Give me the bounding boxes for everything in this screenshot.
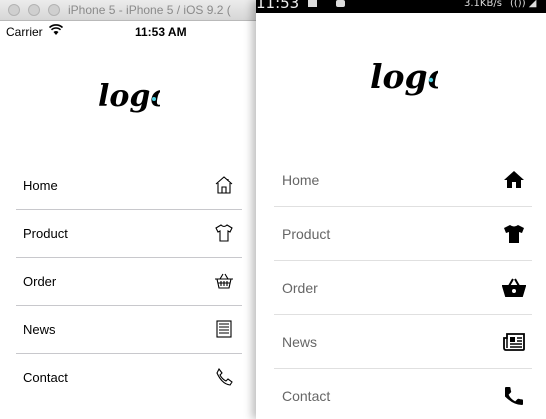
window-titlebar: iPhone 5 - iPhone 5 / iOS 9.2 ( (0, 0, 256, 21)
menu-item-label: Home (282, 172, 320, 188)
menu-item-label: Home (23, 178, 58, 193)
home-icon (215, 176, 233, 194)
notification-icon (308, 0, 317, 7)
menu-item-label: News (23, 322, 56, 337)
close-window-button[interactable] (8, 4, 20, 16)
status-time: 11:53 AM (135, 25, 187, 39)
notification-icon (336, 0, 345, 7)
menu-item-label: Order (23, 274, 57, 289)
logo-text: logo (370, 57, 438, 96)
window-title: iPhone 5 - iPhone 5 / iOS 9.2 ( (68, 3, 231, 17)
ios-menu-list: Home Product Order News Contact (16, 162, 242, 402)
menu-item-contact[interactable]: Contact (274, 369, 532, 419)
menu-item-home[interactable]: Home (16, 162, 242, 210)
menu-item-order[interactable]: Order (274, 261, 532, 315)
logo-text: logo (98, 79, 160, 114)
status-time: 11:53 (256, 0, 300, 12)
menu-item-product[interactable]: Product (274, 207, 532, 261)
wifi-icon (49, 24, 63, 35)
menu-item-label: Product (282, 226, 331, 242)
menu-item-label: News (282, 334, 318, 350)
android-emulator-window: 11:53 3.1KB/s (()) ◢ logo Home Product O… (256, 0, 546, 419)
home-icon (504, 171, 524, 188)
ios-simulator-window: iPhone 5 - iPhone 5 / iOS 9.2 ( Carrier … (0, 0, 256, 419)
signal-icon: (()) ◢ (510, 0, 537, 9)
phone-icon (216, 367, 233, 386)
zoom-window-button[interactable] (48, 4, 60, 16)
menu-item-label: Product (23, 226, 68, 241)
basket-icon (215, 273, 233, 289)
menu-item-home[interactable]: Home (274, 153, 532, 207)
menu-item-news[interactable]: News (274, 315, 532, 369)
carrier-label: Carrier (6, 25, 43, 39)
menu-item-order[interactable]: Order (16, 258, 242, 306)
tshirt-icon (215, 224, 233, 242)
ios-status-bar: Carrier 11:53 AM (0, 21, 256, 41)
menu-item-label: Contact (23, 370, 68, 385)
menu-item-label: Order (282, 280, 318, 296)
android-status-bar: 11:53 3.1KB/s (()) ◢ (256, 0, 546, 13)
basket-icon (502, 278, 526, 297)
menu-item-contact[interactable]: Contact (16, 354, 242, 402)
newspaper-icon (216, 320, 232, 338)
network-speed: 3.1KB/s (464, 0, 502, 9)
menu-item-product[interactable]: Product (16, 210, 242, 258)
logo: logo (98, 79, 160, 114)
phone-icon (505, 387, 523, 405)
tshirt-icon (504, 225, 524, 243)
logo: logo (370, 57, 438, 96)
android-menu-list: Home Product Order News Contact (274, 153, 532, 419)
menu-item-news[interactable]: News (16, 306, 242, 354)
menu-item-label: Contact (282, 388, 331, 404)
newspaper-icon (503, 333, 525, 351)
minimize-window-button[interactable] (28, 4, 40, 16)
